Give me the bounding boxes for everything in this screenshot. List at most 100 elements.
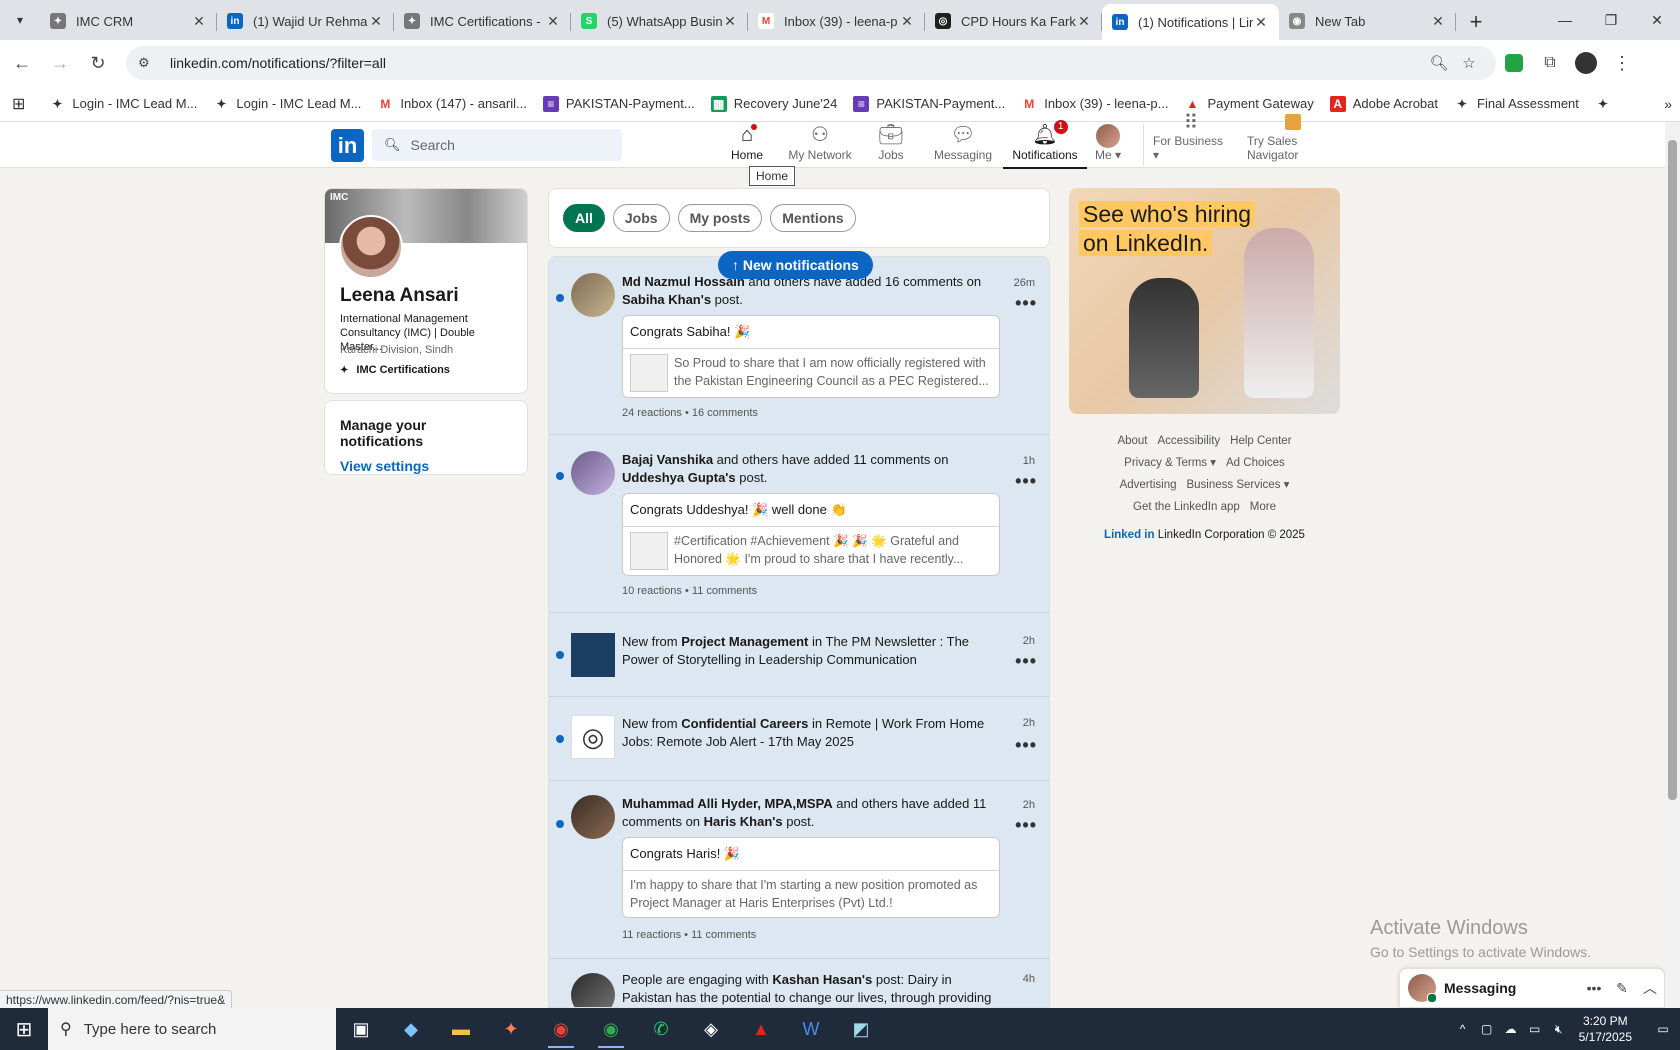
bookmark-item[interactable]: A Adobe Acrobat — [1329, 95, 1438, 112]
app-icon[interactable]: ◈ — [686, 1008, 736, 1050]
scrollbar[interactable] — [1665, 122, 1680, 1008]
tab-whatsapp[interactable]: S (5) WhatsApp Busine ✕ — [571, 4, 748, 38]
volume-icon[interactable]: 🔇︎ — [1547, 1022, 1571, 1037]
linkedin-logo[interactable]: in — [331, 129, 364, 162]
profile-organization[interactable]: ✦ IMC Certifications — [340, 364, 450, 376]
chrome-icon[interactable]: ◉ — [586, 1008, 636, 1050]
project-management-logo[interactable] — [571, 633, 615, 677]
more-options-icon[interactable]: ••• — [1015, 815, 1037, 836]
more-options-icon[interactable]: ••• — [1015, 471, 1037, 492]
tab-imc-certifications[interactable]: ✦ IMC Certifications - ✕ — [394, 4, 571, 38]
bookmark-item[interactable]: M Inbox (39) - leena-p... — [1021, 96, 1168, 112]
filter-my-posts[interactable]: My posts — [677, 204, 763, 232]
nav-for-business[interactable]: ⠿ For Business ▾ — [1153, 112, 1229, 168]
site-info-icon[interactable]: ⚙ — [138, 55, 158, 71]
post-stats[interactable]: 11 reactions • 11 comments — [622, 929, 756, 941]
more-options-icon[interactable]: ••• — [1015, 293, 1037, 314]
whatsapp-extension-icon[interactable] — [1496, 45, 1532, 81]
profile-card[interactable]: IMC Leena Ansari International Managemen… — [324, 188, 528, 394]
footer-link[interactable]: Ad Choices — [1226, 457, 1285, 469]
more-options-icon[interactable]: ••• — [1015, 735, 1037, 756]
close-icon[interactable]: ✕ — [1253, 14, 1269, 31]
close-icon[interactable]: ✕ — [1430, 13, 1446, 30]
close-window-icon[interactable]: ✕ — [1634, 0, 1680, 40]
footer-link[interactable]: Business Services ▾ — [1186, 479, 1289, 491]
new-tab-button[interactable]: + — [1456, 4, 1496, 40]
close-icon[interactable]: ✕ — [545, 13, 561, 30]
footer-link[interactable]: Privacy & Terms ▾ — [1124, 457, 1216, 469]
filter-jobs[interactable]: Jobs — [612, 204, 670, 232]
chrome-icon[interactable]: ◉ — [536, 1008, 586, 1050]
url-text[interactable]: linkedin.com/notifications/?filter=all — [170, 55, 1424, 71]
avatar[interactable] — [571, 795, 615, 839]
notification-item[interactable]: People are engaging with Kashan Hasan's … — [549, 959, 1049, 1007]
windows-start-icon[interactable]: ⊞ — [0, 1008, 48, 1050]
avatar[interactable] — [339, 215, 403, 279]
bookmark-item[interactable]: ≡ PAKISTAN-Payment... — [542, 95, 695, 112]
taskbar-search-input[interactable]: ⚲ Type here to search — [48, 1008, 336, 1050]
filter-mentions[interactable]: Mentions — [770, 204, 856, 232]
confidential-careers-logo[interactable]: ◎ — [571, 715, 615, 759]
post-stats[interactable]: 10 reactions • 11 comments — [622, 585, 757, 597]
minimize-icon[interactable]: — — [1542, 0, 1588, 40]
messaging-overlay[interactable]: Messaging ••• ✎ ︿ — [1399, 968, 1665, 1008]
notification-item[interactable]: Bajaj Vanshika and others have added 11 … — [549, 435, 1049, 613]
more-options-icon[interactable]: ••• — [1015, 651, 1037, 672]
view-settings-link[interactable]: View settings — [340, 458, 512, 474]
close-icon[interactable]: ✕ — [1076, 13, 1092, 30]
footer-link[interactable]: Get the LinkedIn app — [1133, 501, 1240, 513]
footer-link[interactable]: About — [1117, 435, 1147, 447]
bookmark-item[interactable]: ▦ Recovery June'24 — [710, 95, 837, 112]
nav-my-network[interactable]: ⚇ My Network — [784, 122, 856, 168]
reload-icon[interactable]: ↻ — [82, 47, 114, 79]
bookmarks-overflow-icon[interactable]: » — [1664, 96, 1672, 112]
file-explorer-icon[interactable]: ▬ — [436, 1008, 486, 1050]
copilot-icon[interactable]: ◆ — [386, 1008, 436, 1050]
tab-wajid[interactable]: in (1) Wajid Ur Rehman ✕ — [217, 4, 394, 38]
bookmark-item[interactable]: ✦ Final Assessment — [1454, 96, 1579, 112]
imc-icon[interactable]: ✦ — [1595, 96, 1618, 112]
bookmark-item[interactable]: ✦ Login - IMC Lead M... — [213, 96, 361, 112]
search-input[interactable]: 🔍︎ Search — [372, 129, 622, 161]
notification-item[interactable]: ◎ New from Confidential Careers in Remot… — [549, 697, 1049, 781]
tab-gmail[interactable]: M Inbox (39) - leena-p ✕ — [748, 4, 925, 38]
app-icon[interactable]: ✦ — [486, 1008, 536, 1050]
avatar[interactable] — [571, 273, 615, 317]
bookmark-star-icon[interactable]: ☆ — [1454, 54, 1484, 72]
word-icon[interactable]: W — [786, 1008, 836, 1050]
close-icon[interactable]: ✕ — [191, 13, 207, 30]
tab-imc-crm[interactable]: ✦ IMC CRM ✕ — [40, 4, 217, 38]
restore-icon[interactable]: ❐ — [1588, 0, 1634, 40]
acrobat-icon[interactable]: ▲ — [736, 1008, 786, 1050]
footer-link[interactable]: Advertising — [1120, 479, 1177, 491]
nav-sales-navigator[interactable]: Try Sales Navigator — [1247, 114, 1339, 168]
comment-preview[interactable]: Congrats Sabiha! 🎉 So Proud to share tha… — [622, 315, 1000, 398]
tab-search-icon[interactable]: ▾ — [0, 0, 40, 40]
bookmark-item[interactable]: ≡ PAKISTAN-Payment... — [853, 95, 1005, 112]
nav-me[interactable]: Me ▾ — [1090, 122, 1126, 168]
notification-item[interactable]: New from Project Management in The PM Ne… — [549, 613, 1049, 697]
filter-all[interactable]: All — [563, 204, 605, 232]
nav-notifications[interactable]: 🔔︎ 1 Notifications — [1003, 120, 1087, 169]
address-bar[interactable]: ⚙ linkedin.com/notifications/?filter=all… — [126, 46, 1496, 80]
meet-icon[interactable]: ▢ — [1475, 1022, 1499, 1036]
notification-item[interactable]: Md Nazmul Hossain and others have added … — [549, 257, 1049, 435]
post-stats[interactable]: 24 reactions • 16 comments — [622, 407, 758, 419]
chevron-up-icon[interactable]: ^ — [1451, 1022, 1475, 1036]
tab-notifications[interactable]: in (1) Notifications | Lin ✕ — [1102, 4, 1279, 40]
task-view-icon[interactable]: ▣ — [336, 1008, 386, 1050]
app-icon[interactable]: ◩ — [836, 1008, 886, 1050]
browser-menu-icon[interactable]: ⋮ — [1604, 45, 1640, 81]
comment-preview[interactable]: Congrats Haris! 🎉 I'm happy to share tha… — [622, 837, 1000, 918]
chevron-up-icon[interactable]: ︿ — [1636, 978, 1664, 998]
close-icon[interactable]: ✕ — [899, 13, 915, 30]
profile-icon[interactable] — [1568, 45, 1604, 81]
profile-name[interactable]: Leena Ansari — [340, 285, 459, 307]
more-options-icon[interactable]: ••• — [1580, 980, 1608, 996]
hiring-ad[interactable]: See who's hiring on LinkedIn. — [1069, 188, 1340, 414]
tab-cpd[interactable]: ◎ CPD Hours Ka Fark ✕ — [925, 4, 1102, 38]
apps-icon[interactable]: ⊞ — [12, 94, 25, 114]
notifications-center-icon[interactable]: ▭ — [1646, 1022, 1680, 1036]
notification-item[interactable]: Muhammad Alli Hyder, MPA,MSPA and others… — [549, 781, 1049, 959]
bookmark-item[interactable]: M Inbox (147) - ansaril... — [377, 96, 526, 112]
